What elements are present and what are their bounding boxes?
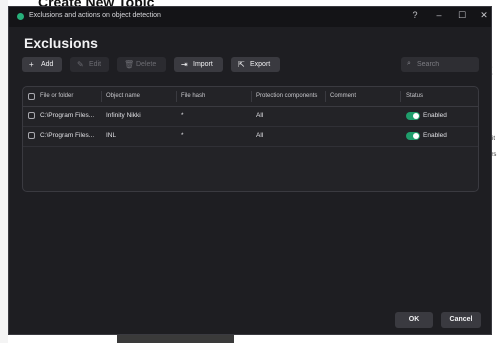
search-icon: ⌕ bbox=[407, 60, 411, 67]
export-button-label: Export bbox=[250, 61, 271, 68]
table-row[interactable]: C:\Program Files... Infinity Nikki * All… bbox=[23, 106, 478, 127]
column-divider bbox=[400, 91, 401, 102]
export-button[interactable]: ⇱ Export bbox=[231, 57, 280, 72]
column-divider bbox=[325, 91, 326, 102]
cell-file: C:\Program Files... bbox=[40, 132, 95, 139]
cell-comment bbox=[330, 126, 400, 146]
column-header-hash[interactable]: File hash bbox=[181, 87, 251, 106]
window-titlebar[interactable]: Exclusions and actions on object detecti… bbox=[9, 7, 491, 27]
add-button[interactable]: + Add bbox=[22, 57, 62, 72]
edit-button[interactable]: ✎ Edit bbox=[70, 57, 109, 72]
maximize-icon[interactable]: ☐ bbox=[455, 10, 469, 21]
column-header-protection[interactable]: Protection components bbox=[256, 87, 328, 106]
cell-comment bbox=[330, 106, 400, 126]
export-icon: ⇱ bbox=[238, 60, 245, 69]
minimize-icon[interactable]: – bbox=[432, 10, 446, 20]
delete-button[interactable]: 🗑 Delete bbox=[117, 57, 166, 72]
table-header-row: File or folder Object name File hash Pro… bbox=[23, 87, 478, 107]
table-row[interactable]: C:\Program Files... INL * All Enabled bbox=[23, 126, 478, 147]
import-icon: ⇥ bbox=[181, 60, 188, 69]
import-button-label: Import bbox=[193, 61, 213, 68]
delete-button-label: Delete bbox=[136, 61, 157, 68]
status-toggle[interactable] bbox=[406, 112, 420, 120]
row-checkbox[interactable] bbox=[28, 112, 35, 119]
exclusions-dialog: Exclusions and actions on object detecti… bbox=[8, 6, 492, 335]
cell-file-hash: * bbox=[181, 112, 184, 119]
cell-file: C:\Program Files... bbox=[40, 112, 95, 119]
background-page-edge bbox=[0, 0, 8, 343]
close-icon[interactable]: ✕ bbox=[477, 10, 491, 21]
pencil-icon: ✎ bbox=[77, 60, 84, 69]
trash-icon: 🗑 bbox=[124, 60, 135, 69]
column-divider bbox=[251, 91, 252, 102]
plus-icon: + bbox=[29, 60, 34, 69]
cell-protection: All bbox=[256, 132, 264, 139]
cell-file-hash: * bbox=[181, 132, 184, 139]
status-label: Enabled bbox=[423, 112, 447, 119]
cell-object-name: INL bbox=[106, 132, 117, 139]
import-button[interactable]: ⇥ Import bbox=[174, 57, 223, 72]
page-title: Exclusions bbox=[24, 35, 98, 51]
status-label: Enabled bbox=[423, 132, 447, 139]
cell-object-name: Infinity Nikki bbox=[106, 112, 141, 119]
column-header-object[interactable]: Object name bbox=[106, 87, 176, 106]
column-divider bbox=[101, 91, 102, 102]
status-toggle[interactable] bbox=[406, 132, 420, 140]
row-checkbox[interactable] bbox=[28, 132, 35, 139]
cell-protection: All bbox=[256, 112, 264, 119]
edit-button-label: Edit bbox=[89, 61, 102, 68]
select-all-checkbox[interactable] bbox=[28, 93, 35, 100]
exclusions-table: File or folder Object name File hash Pro… bbox=[22, 86, 479, 192]
app-shield-icon bbox=[17, 13, 24, 20]
column-header-comment[interactable]: Comment bbox=[330, 87, 400, 106]
column-divider bbox=[176, 91, 177, 102]
window-title: Exclusions and actions on object detecti… bbox=[29, 12, 161, 19]
ok-button[interactable]: OK bbox=[395, 312, 433, 328]
column-header-status[interactable]: Status bbox=[406, 87, 476, 106]
add-button-label: Add bbox=[41, 61, 54, 68]
column-header-file[interactable]: File or folder bbox=[40, 87, 98, 106]
search-input[interactable] bbox=[417, 57, 475, 72]
search-box: ⌕ bbox=[401, 57, 479, 72]
cancel-button[interactable]: Cancel bbox=[441, 312, 481, 328]
help-icon[interactable]: ? bbox=[408, 10, 422, 20]
